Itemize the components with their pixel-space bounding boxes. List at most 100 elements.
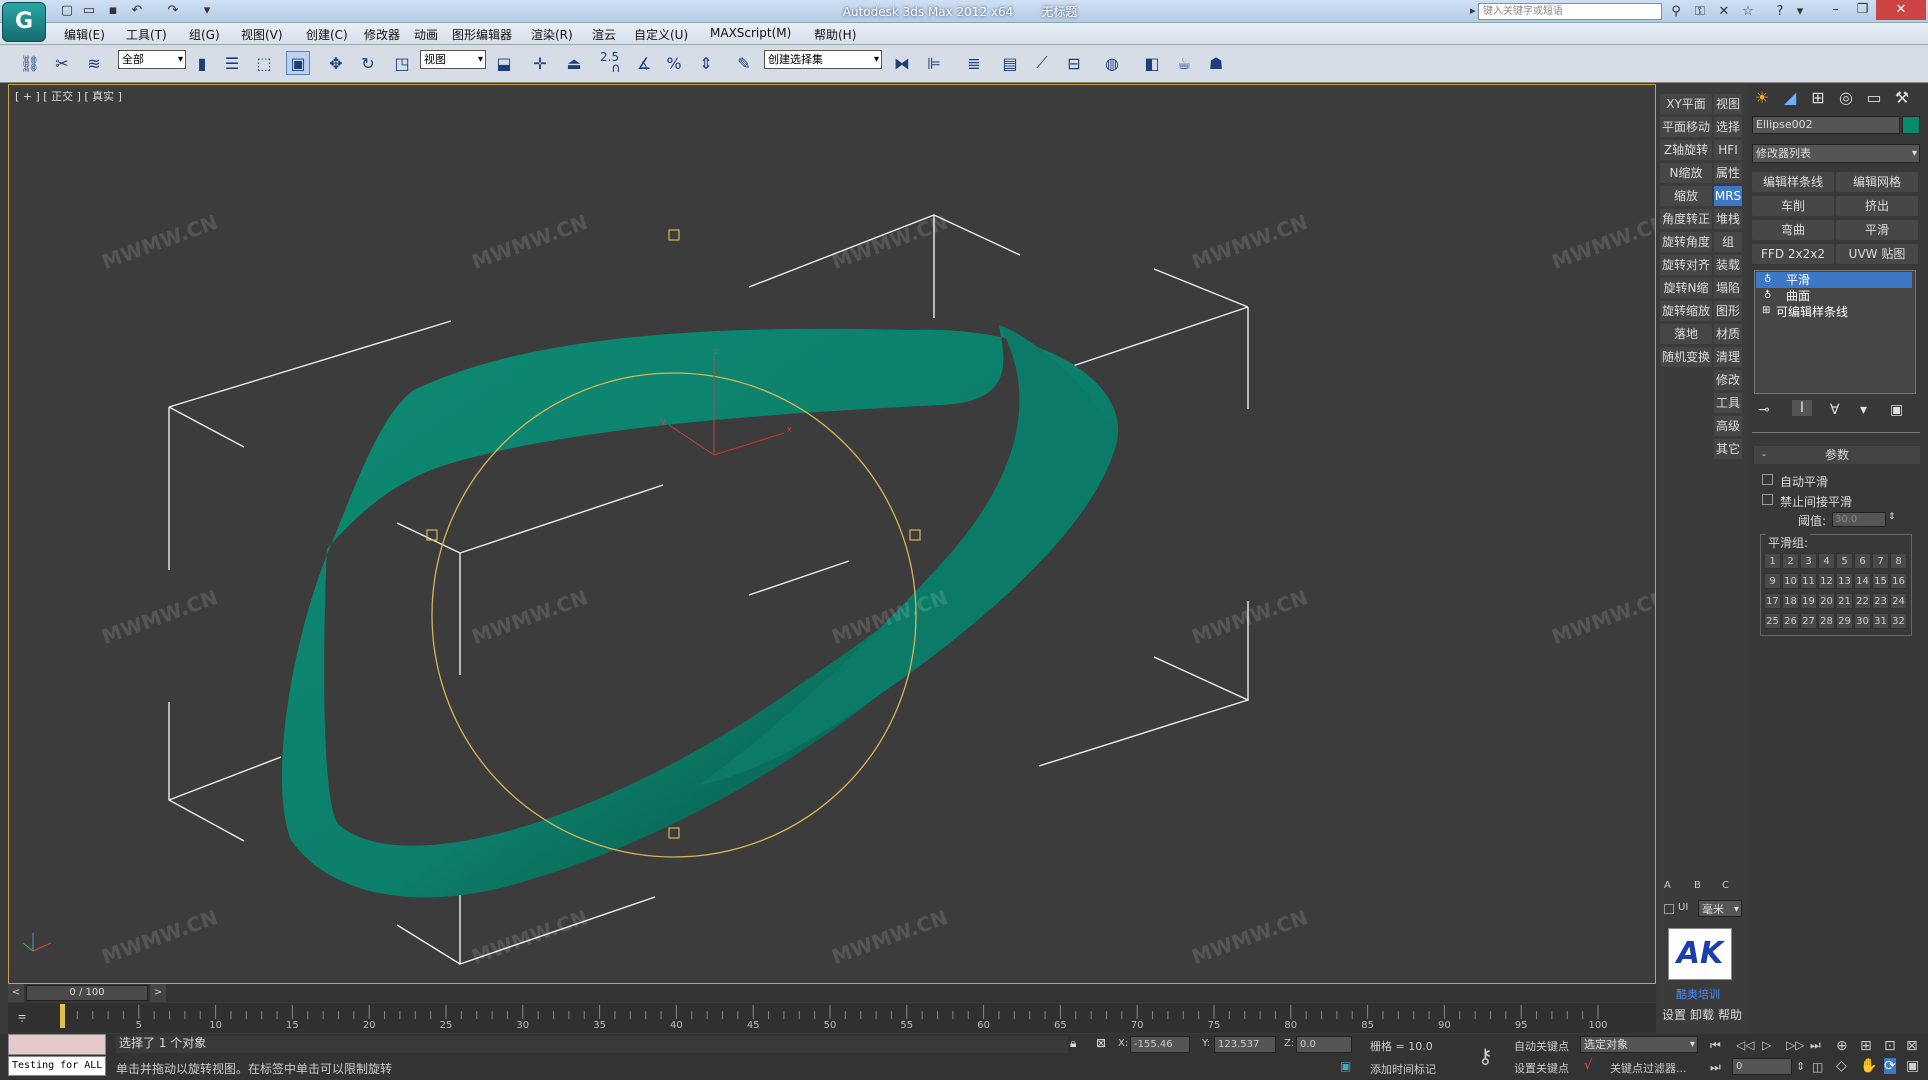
cmd-select[interactable]: 选择	[1714, 117, 1742, 137]
smooth-group-button[interactable]: 10	[1782, 573, 1799, 589]
cmd-plane-move[interactable]: 平面移动	[1660, 117, 1712, 137]
smooth-group-button[interactable]: 2	[1782, 553, 1799, 569]
smooth-group-button[interactable]: 3	[1800, 553, 1817, 569]
smooth-group-button[interactable]: 15	[1872, 573, 1889, 589]
new-file-icon[interactable]: ▢	[58, 3, 76, 19]
smooth-group-button[interactable]: 1	[1764, 553, 1781, 569]
search-arrow-icon[interactable]: ▸	[1470, 4, 1476, 17]
remove-modifier-icon[interactable]: ▾	[1860, 402, 1867, 418]
prev-frame-arrow[interactable]: <	[8, 984, 24, 1002]
move-icon[interactable]: ✥	[324, 51, 348, 75]
layer-manager-icon[interactable]: ≣	[962, 51, 986, 75]
smooth-group-button[interactable]: 12	[1818, 573, 1835, 589]
prevent-indirect-checkbox[interactable]	[1762, 494, 1773, 505]
x-coord-field[interactable]: -155.46	[1130, 1036, 1190, 1053]
smooth-group-button[interactable]: 11	[1800, 573, 1817, 589]
cmd-rotate-align[interactable]: 旋转对齐	[1660, 255, 1712, 275]
mod-bend-button[interactable]: 弯曲	[1752, 220, 1834, 240]
link-icon[interactable]: ⛓	[18, 51, 42, 75]
mod-extrude-button[interactable]: 挤出	[1836, 196, 1918, 216]
mobius-ribbon[interactable]	[281, 325, 1119, 898]
smooth-group-button[interactable]: 29	[1836, 613, 1853, 629]
cmd-scale[interactable]: 缩放	[1660, 186, 1712, 206]
spline-vertices[interactable]	[426, 229, 921, 839]
curve-editor-icon[interactable]: ⟋	[1030, 51, 1054, 75]
cmd-xy-plane[interactable]: XY平面	[1660, 94, 1712, 114]
mod-lathe-button[interactable]: 车削	[1752, 196, 1834, 216]
cmd-cleanup[interactable]: 清理	[1714, 347, 1742, 367]
modify-tab-icon[interactable]: ◢	[1778, 86, 1802, 110]
rect-region-icon[interactable]: ⬚	[252, 51, 276, 75]
rollout-collapse-icon[interactable]: -	[1762, 448, 1766, 461]
cmd-view[interactable]: 视图	[1714, 94, 1742, 114]
time-config-icon[interactable]: ⇕	[1796, 1060, 1805, 1073]
mirror-icon[interactable]: ⧓	[890, 51, 914, 75]
snap-toggle-icon[interactable]: ∩	[604, 56, 628, 80]
key-filters-button[interactable]: 关键点过滤器...	[1610, 1060, 1687, 1076]
zoom-extents-icon[interactable]: ⊡	[1884, 1038, 1896, 1054]
menu-help[interactable]: 帮助(H)	[814, 26, 856, 43]
maximize-viewport-icon[interactable]: ▣	[1906, 1058, 1919, 1074]
cmd-properties[interactable]: 属性	[1714, 163, 1742, 183]
auto-key-button[interactable]: 自动关键点	[1514, 1038, 1569, 1054]
ak-logo[interactable]: AK	[1668, 928, 1732, 980]
menu-customize[interactable]: 自定义(U)	[634, 26, 688, 43]
smooth-group-button[interactable]: 26	[1782, 613, 1799, 629]
scale-icon[interactable]: ◳	[390, 51, 414, 75]
key-filters-icon[interactable]: √	[1584, 1058, 1592, 1073]
redo-icon[interactable]: ↷	[164, 3, 182, 19]
lock-selection-icon[interactable]: 🔒︎	[1070, 1036, 1076, 1051]
pan-icon[interactable]: ✋	[1860, 1058, 1877, 1074]
mini-curve-editor-icon[interactable]: ⩦	[18, 1008, 26, 1024]
favorites-icon[interactable]: ☆	[1738, 3, 1758, 20]
menu-tools[interactable]: 工具(T)	[126, 26, 167, 43]
time-config-button[interactable]: ◫	[1812, 1060, 1823, 1074]
auto-smooth-checkbox[interactable]	[1762, 474, 1773, 485]
cmd-advanced[interactable]: 高级	[1714, 416, 1742, 436]
make-unique-icon[interactable]: ∀	[1830, 402, 1840, 418]
smooth-group-button[interactable]: 8	[1890, 553, 1907, 569]
set-key-big-icon[interactable]: ⚷	[1478, 1044, 1493, 1068]
rotate-icon[interactable]: ↻	[356, 51, 380, 75]
go-start-icon[interactable]: ⏮	[1710, 1038, 1721, 1053]
expand-icon[interactable]: ⊞	[1762, 305, 1770, 316]
search-input[interactable]: 键入关键字或短语	[1478, 3, 1662, 20]
menu-create[interactable]: 创建(C)	[306, 26, 348, 43]
cmd-other[interactable]: 其它	[1714, 439, 1742, 459]
cmd-collapse[interactable]: 塌陷	[1714, 278, 1742, 298]
threshold-spinner-arrows[interactable]: ⇕	[1888, 512, 1896, 522]
key-mode-toggle-icon[interactable]: ⏭	[1710, 1060, 1721, 1075]
create-tab-icon[interactable]: ☀	[1750, 86, 1774, 110]
smooth-group-button[interactable]: 27	[1800, 613, 1817, 629]
maxscript-listener-top[interactable]	[8, 1034, 106, 1055]
show-end-result-icon[interactable]: Ⅰ	[1792, 400, 1812, 416]
menu-maxscript[interactable]: MAXScript(M)	[710, 26, 791, 40]
cmd-tools[interactable]: 工具	[1714, 393, 1742, 413]
maximize-button[interactable]: ❐	[1849, 0, 1876, 20]
ak-brand-label[interactable]: 酷奥培训	[1676, 986, 1720, 1002]
viewport-perspective[interactable]: [ + ] [ 正交 ] [ 真实 ] z x y MWMW.CN MWMW.C…	[8, 84, 1656, 984]
menu-views[interactable]: 视图(V)	[241, 26, 283, 43]
cmd-group[interactable]: 组	[1714, 232, 1742, 252]
mod-ffd-button[interactable]: FFD 2x2x2	[1752, 244, 1834, 264]
set-key-button[interactable]: 设置关键点	[1514, 1060, 1569, 1076]
mod-smooth-button[interactable]: 平滑	[1836, 220, 1918, 240]
edit-named-selection-icon[interactable]: ✎	[732, 51, 756, 75]
time-slider[interactable]	[8, 984, 1656, 1002]
save-icon[interactable]: ▪	[104, 3, 122, 19]
fov-icon[interactable]: ◇	[1836, 1058, 1847, 1074]
ref-coord-dropdown[interactable]: 视图	[420, 50, 486, 69]
cmd-rotate-scale[interactable]: 旋转缩放	[1660, 301, 1712, 321]
smooth-group-button[interactable]: 23	[1872, 593, 1889, 609]
time-cursor[interactable]	[60, 1004, 65, 1028]
smooth-group-button[interactable]: 19	[1800, 593, 1817, 609]
smooth-group-button[interactable]: 22	[1854, 593, 1871, 609]
cmd-modify[interactable]: 修改	[1714, 370, 1742, 390]
cmd-rotate-angle[interactable]: 旋转角度	[1660, 232, 1712, 252]
render-production-icon[interactable]: ☗	[1204, 51, 1228, 75]
smooth-group-button[interactable]: 9	[1764, 573, 1781, 589]
select-object-icon[interactable]: ▮	[190, 51, 214, 75]
smooth-group-button[interactable]: 5	[1836, 553, 1853, 569]
cmd-random-transform[interactable]: 随机变换	[1660, 347, 1712, 367]
menu-edit[interactable]: 编辑(E)	[64, 26, 105, 43]
